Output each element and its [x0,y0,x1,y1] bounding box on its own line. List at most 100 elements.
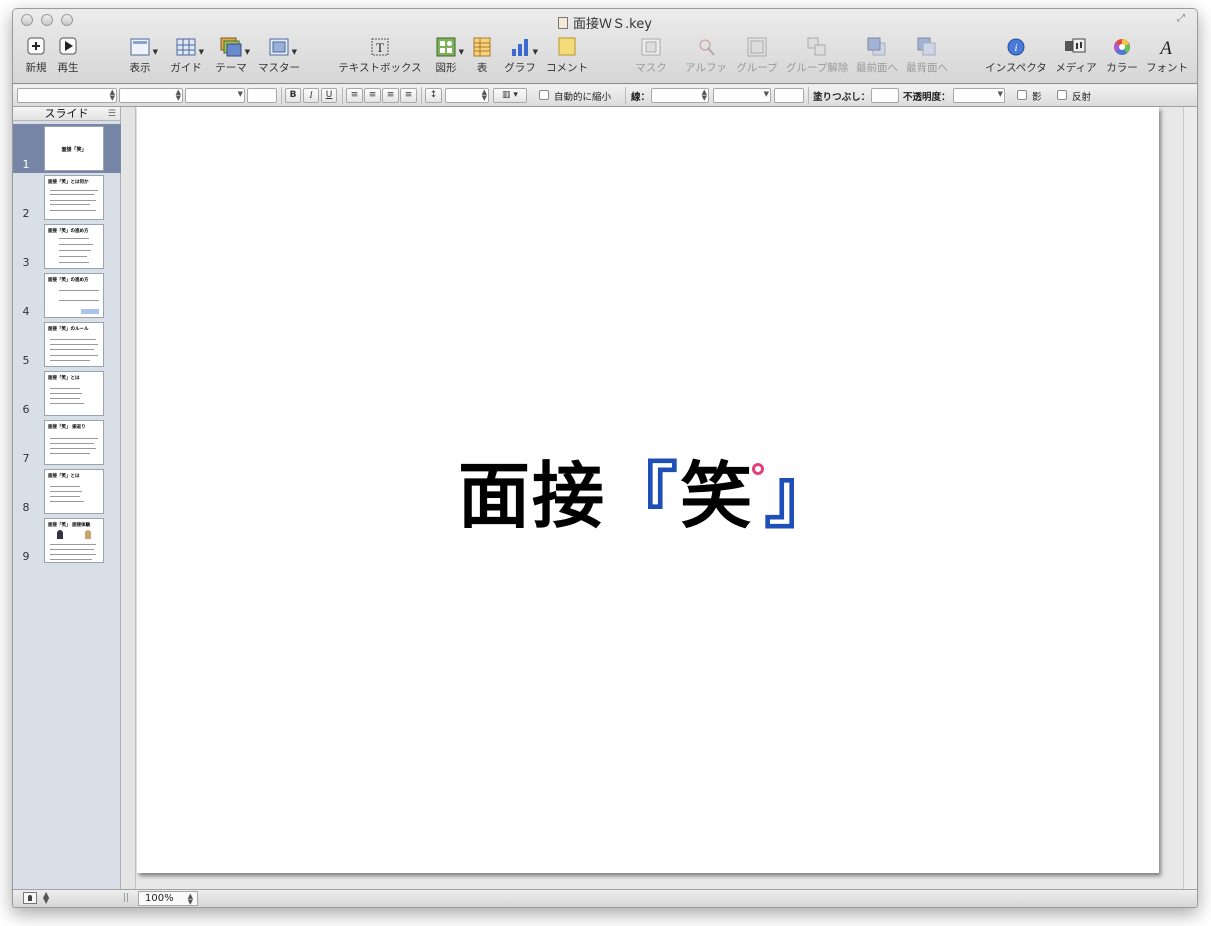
slide-thumbnail-5[interactable]: 5 面接「笑」のルール [13,320,121,369]
new-slide-button[interactable]: 新規 [23,37,49,75]
line-style-popup[interactable]: ▲ ▼ [651,88,709,103]
shadow-checkbox[interactable] [1017,90,1027,100]
svg-text:T: T [376,40,384,55]
send-back-button[interactable]: 最背面へ [905,37,949,75]
fill-color-well[interactable] [871,88,899,103]
navigator-menu-icon[interactable]: ☰ [108,108,116,121]
keynote-window: 面接ＷＳ.key ⤢ 新規 再生 ▼ 表示 ▼ ガイド ▼ テーマ ▼ マスター… [12,8,1198,908]
slide-thumbnail-image: 面接「笑」の進め方 [44,224,104,269]
master-label: マスター [258,62,300,74]
current-slide[interactable]: 面接『笑』 [137,107,1159,873]
master-icon: ▼ [269,37,297,57]
reflection-checkbox[interactable] [1057,90,1067,100]
comment-button[interactable]: コメント [546,37,588,75]
zoom-stepper-icon: ▲ ▼ [187,892,193,906]
slide-thumbnail-8[interactable]: 8 面接「笑」とは [13,467,121,516]
view-stepper-icon[interactable]: ▲ ▼ [43,891,49,905]
navigator-splitter[interactable] [122,107,136,891]
play-label: 再生 [57,62,79,74]
text-box-button[interactable]: T テキストボックス [338,37,422,75]
zoom-popup[interactable]: 100% ▲ ▼ [138,891,198,906]
font-size-field[interactable] [247,88,277,103]
thumb-text-line [50,398,80,399]
align-left-button[interactable]: ≡ [346,88,363,103]
italic-button[interactable]: I [303,88,319,103]
columns-popup[interactable]: ▥ ▾ [493,88,527,103]
view-button[interactable]: ▼ 表示 [125,37,158,75]
play-button[interactable]: 再生 [55,37,81,75]
font-button[interactable]: A フォント [1146,37,1188,75]
presenter-view-icon[interactable] [23,892,37,904]
thumb-text-line [59,238,89,239]
color-button[interactable]: カラー [1105,37,1139,75]
thumb-text-line [50,204,90,205]
slide-thumbnail-6[interactable]: 6 面接「笑」とは [13,369,121,418]
inspector-button[interactable]: i インスペクタ [985,37,1047,75]
slide-thumb-title: 面接「笑」とは [48,376,80,381]
thumb-text-line [59,244,93,245]
comment-icon [558,37,576,57]
slide-thumbnail-7[interactable]: 7 面接「笑」 振返り [13,418,121,467]
table-button[interactable]: 表 [472,37,492,75]
mask-button[interactable]: マスク [635,37,667,75]
view-icon: ▼ [130,37,158,57]
group-button[interactable]: グループ [736,37,778,75]
slide-thumbnail-9[interactable]: 9 面接「笑」 面接体験 [13,516,121,565]
media-button[interactable]: メディア [1055,37,1097,75]
underline-button[interactable]: U [321,88,337,103]
line-width-popup[interactable]: ▼ [713,88,771,103]
slide-thumbnail-1[interactable]: 1 面接「笑」 [13,124,121,173]
fullscreen-icon[interactable]: ⤢ [1177,13,1189,25]
auto-shrink-checkbox[interactable] [539,90,549,100]
inspector-label: インスペクタ [985,62,1047,74]
chart-button[interactable]: ▼ グラフ [503,37,538,75]
columns-icon: ▥ ▾ [502,90,518,100]
style-popup[interactable]: ▲ ▼ [17,88,117,103]
slide-thumbnail-3[interactable]: 3 面接「笑」の進め方 [13,222,121,271]
align-right-button[interactable]: ≡ [382,88,399,103]
slide-number: 4 [22,305,30,318]
spacing-field[interactable]: ▲ ▼ [445,88,489,103]
shapes-button[interactable]: ▼ 図形 [433,37,464,75]
slide-number: 2 [22,207,30,220]
slide-thumb-title: 面接「笑」の進め方 [48,229,89,234]
color-label: カラー [1106,62,1138,74]
slide-thumbnail-image: 面接「笑」とは [44,371,104,416]
alpha-button[interactable]: アルファ [685,37,727,75]
thumb-text-line [50,491,82,492]
align-center-button[interactable]: ≡ [364,88,381,103]
slide-number: 5 [22,354,30,367]
separator [625,87,626,104]
thumb-text-line [50,388,80,389]
resize-handle-icon[interactable]: || [123,893,129,903]
vertical-scrollbar[interactable] [1183,107,1197,891]
justify-icon: ≡ [404,90,413,100]
slide-canvas: 面接『笑』 [136,107,1185,891]
line-spacing-button[interactable]: ↕ [425,88,442,103]
document-icon [558,17,569,29]
bring-front-button[interactable]: 最前面へ [855,37,899,75]
thumb-text-line [50,339,96,340]
slide-title[interactable]: 面接『笑』 [137,437,1159,542]
line-color-well[interactable] [774,88,804,103]
font-style-popup[interactable]: ▼ [185,88,245,103]
bold-button[interactable]: B [285,88,301,103]
ungroup-button[interactable]: グループ解除 [786,37,848,75]
justify-button[interactable]: ≡ [400,88,417,103]
thumb-text-line [50,355,98,356]
align-left-icon: ≡ [350,90,359,100]
opacity-popup[interactable]: ▼ [953,88,1005,103]
thumb-text-line [50,200,96,201]
slide-thumbnail-4[interactable]: 4 面接「笑」の進め方 [13,271,121,320]
shapes-icon: ▼ [436,37,464,57]
master-button[interactable]: ▼ マスター [258,37,300,75]
slide-thumbnail-2[interactable]: 2 面接「笑」とは何か [13,173,121,222]
slide-number: 9 [22,550,30,563]
ungroup-label: グループ解除 [786,62,849,74]
font-family-popup[interactable]: ▲ ▼ [119,88,183,103]
slide-title-char: 笑 [680,454,755,538]
align-right-icon: ≡ [386,90,395,100]
thumb-text-line [50,349,94,350]
theme-button[interactable]: ▼ テーマ [213,37,250,75]
guide-button[interactable]: ▼ ガイド [168,37,204,75]
